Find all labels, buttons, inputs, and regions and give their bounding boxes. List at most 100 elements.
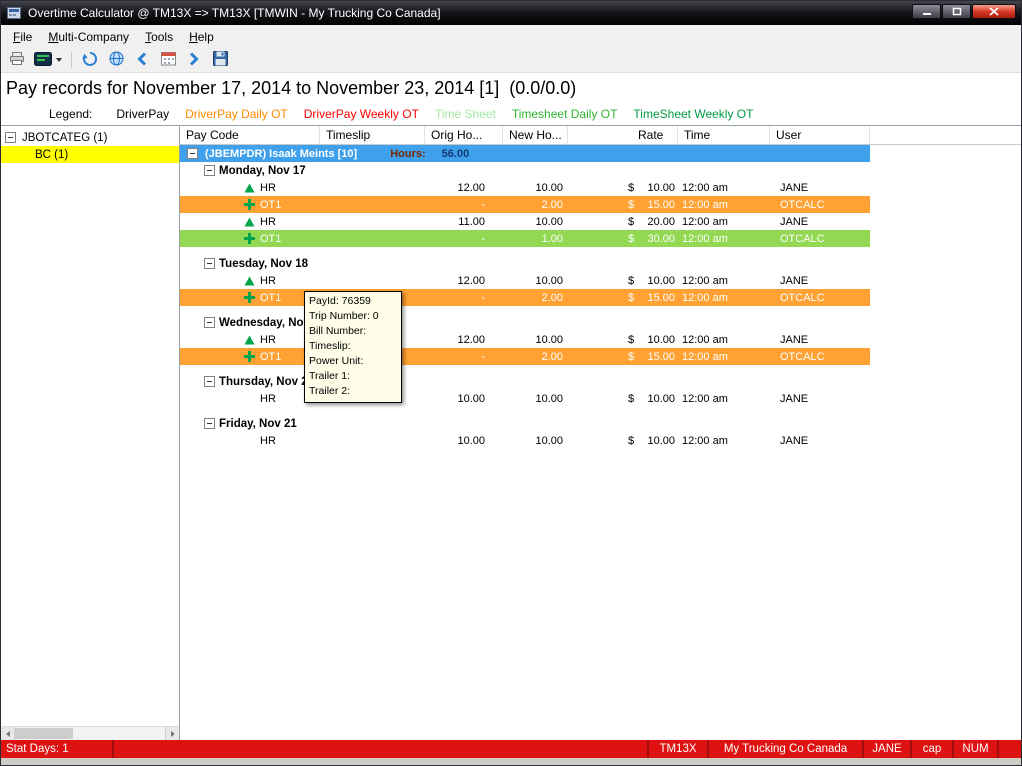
time-cell: 12:00 am xyxy=(678,199,770,211)
menu-file[interactable]: File xyxy=(5,27,40,47)
column-header-time[interactable]: Time xyxy=(678,126,770,144)
column-header-user[interactable]: User xyxy=(770,126,870,144)
column-header-timeslip[interactable]: Timeslip xyxy=(320,126,425,144)
pay-record-row[interactable]: HR11.0010.00$20.0012:00 amJANE xyxy=(180,213,870,230)
pay-record-row[interactable]: HR12.0010.00$10.0012:00 amJANE xyxy=(180,331,870,348)
column-header-rate[interactable]: Rate xyxy=(620,126,678,144)
pay-code-cell: OT1 xyxy=(180,292,320,304)
status-stat-days: Stat Days: 1 xyxy=(1,740,114,758)
grid-column-headers: Pay CodeTimeslipOrig Ho...New Ho... RateT… xyxy=(180,126,1021,145)
new-hours-cell: 10.00 xyxy=(503,216,568,228)
tooltip-line: Trailer 1: xyxy=(309,369,397,384)
collapse-icon[interactable] xyxy=(204,317,215,328)
pay-record-row[interactable]: OT1-2.00$15.0012:00 amOTCALC xyxy=(180,348,870,365)
column-header-orig-ho[interactable]: Orig Ho... xyxy=(425,126,503,144)
day-group-row[interactable]: Tuesday, Nov 18 xyxy=(180,255,1021,272)
new-hours-cell: 10.00 xyxy=(503,393,568,405)
day-group-label: Friday, Nov 21 xyxy=(219,418,297,430)
orig-hours-cell: 10.00 xyxy=(425,393,503,405)
status-num-indicator: NUM xyxy=(954,740,999,758)
user-cell: JANE xyxy=(770,334,870,346)
rate-cell: $10.00 xyxy=(620,275,678,287)
time-cell: 12:00 am xyxy=(678,351,770,363)
close-button[interactable] xyxy=(972,4,1016,19)
menu-help[interactable]: Help xyxy=(181,27,222,47)
plus-icon xyxy=(244,351,255,362)
pay-record-row[interactable]: HR12.0010.00$10.0012:00 amJANE xyxy=(180,179,870,196)
user-cell: JANE xyxy=(770,435,870,447)
pay-record-row[interactable]: OT1-2.00$15.0012:00 amOTCALC xyxy=(180,289,870,306)
legend-timesheet-daily-ot: Timesheet Daily OT xyxy=(512,107,618,121)
tree-h-scrollbar[interactable] xyxy=(1,726,179,740)
menu-multi-company[interactable]: Multi-Company xyxy=(40,27,137,47)
time-cell: 12:00 am xyxy=(678,435,770,447)
dropdown-caret-icon[interactable] xyxy=(56,58,62,62)
day-group-label: Tuesday, Nov 18 xyxy=(219,258,308,270)
up-arrow-icon xyxy=(244,182,255,193)
print-icon xyxy=(9,51,25,69)
pay-record-row[interactable]: OT1-2.00$15.0012:00 amOTCALC xyxy=(180,196,870,213)
plus-icon xyxy=(244,233,255,244)
web-info-button[interactable] xyxy=(104,49,128,71)
collapse-icon[interactable] xyxy=(204,165,215,176)
time-cell: 12:00 am xyxy=(678,393,770,405)
calendar-button[interactable] xyxy=(156,49,180,71)
legend-driverpay-daily-ot: DriverPay Daily OT xyxy=(185,107,288,121)
refresh-button[interactable] xyxy=(78,49,102,71)
icon-placeholder xyxy=(244,435,255,446)
legend-items: DriverPayDriverPay Daily OTDriverPay Wee… xyxy=(116,107,769,121)
column-header-new-ho[interactable]: New Ho... xyxy=(503,126,568,144)
save-button[interactable] xyxy=(208,49,232,71)
pay-record-row[interactable]: OT1-1.00$30.0012:00 amOTCALC xyxy=(180,230,870,247)
scroll-thumb[interactable] xyxy=(15,728,73,739)
scroll-right-arrow[interactable] xyxy=(165,727,179,740)
tooltip-line: Timeslip: xyxy=(309,339,397,354)
collapse-icon[interactable] xyxy=(204,258,215,269)
rate-cell: $15.00 xyxy=(620,199,678,211)
time-cell: 12:00 am xyxy=(678,233,770,245)
user-cell: JANE xyxy=(770,182,870,194)
time-cell: 12:00 am xyxy=(678,216,770,228)
collapse-icon[interactable] xyxy=(204,418,215,429)
tree-item-bc-1[interactable]: BC (1) xyxy=(1,146,179,163)
pay-record-row[interactable]: HR10.0010.00$10.0012:00 amJANE xyxy=(180,432,870,449)
minimize-button[interactable] xyxy=(912,4,941,19)
rate-cell: $10.00 xyxy=(620,334,678,346)
plus-icon xyxy=(244,199,255,210)
status-company-name: My Trucking Co Canada xyxy=(709,740,864,758)
print-button[interactable] xyxy=(5,49,29,71)
previous-period-button[interactable] xyxy=(130,49,154,71)
tree-item-jbotcateg-1[interactable]: JBOTCATEG (1) xyxy=(1,129,179,146)
collapse-icon[interactable] xyxy=(187,148,198,159)
titlebar: Overtime Calculator @ TM13X => TM13X [TM… xyxy=(1,1,1021,25)
main-area: JBOTCATEG (1)BC (1) Pay CodeTimeslipOrig… xyxy=(1,125,1021,740)
user-cell: OTCALC xyxy=(770,199,870,211)
day-group-row[interactable]: Friday, Nov 21 xyxy=(180,415,1021,432)
menu-tools[interactable]: Tools xyxy=(137,27,181,47)
scroll-track[interactable] xyxy=(73,727,165,740)
collapse-icon[interactable] xyxy=(204,376,215,387)
globe-icon xyxy=(109,51,124,69)
scroll-left-arrow[interactable] xyxy=(1,727,15,740)
orig-hours-cell: 11.00 xyxy=(425,216,503,228)
employee-group-row[interactable]: (JBEMPDR) Isaak Meints [10] Hours: 56.00 xyxy=(180,145,870,162)
maximize-button[interactable] xyxy=(942,4,971,19)
status-user: JANE xyxy=(864,740,912,758)
collapse-icon[interactable] xyxy=(5,132,16,143)
orig-hours-cell: - xyxy=(425,199,503,211)
new-hours-cell: 10.00 xyxy=(503,182,568,194)
pay-record-row[interactable]: HR12.0010.00$10.0012:00 amJANE xyxy=(180,272,870,289)
new-hours-cell: 1.00 xyxy=(503,233,568,245)
tooltip-line: PayId: 76359 xyxy=(309,294,397,309)
next-period-button[interactable] xyxy=(182,49,206,71)
pay-record-tooltip: PayId: 76359Trip Number: 0Bill Number:Ti… xyxy=(304,291,402,403)
user-cell: OTCALC xyxy=(770,292,870,304)
view-selector-button[interactable] xyxy=(31,49,65,71)
column-header-pay-code[interactable]: Pay Code xyxy=(180,126,320,144)
refresh-icon xyxy=(82,51,98,70)
time-cell: 12:00 am xyxy=(678,334,770,346)
user-cell: JANE xyxy=(770,393,870,405)
tooltip-line: Bill Number: xyxy=(309,324,397,339)
pay-record-row[interactable]: HR10.0010.00$10.0012:00 amJANE xyxy=(180,390,870,407)
day-group-row[interactable]: Monday, Nov 17 xyxy=(180,162,1021,179)
